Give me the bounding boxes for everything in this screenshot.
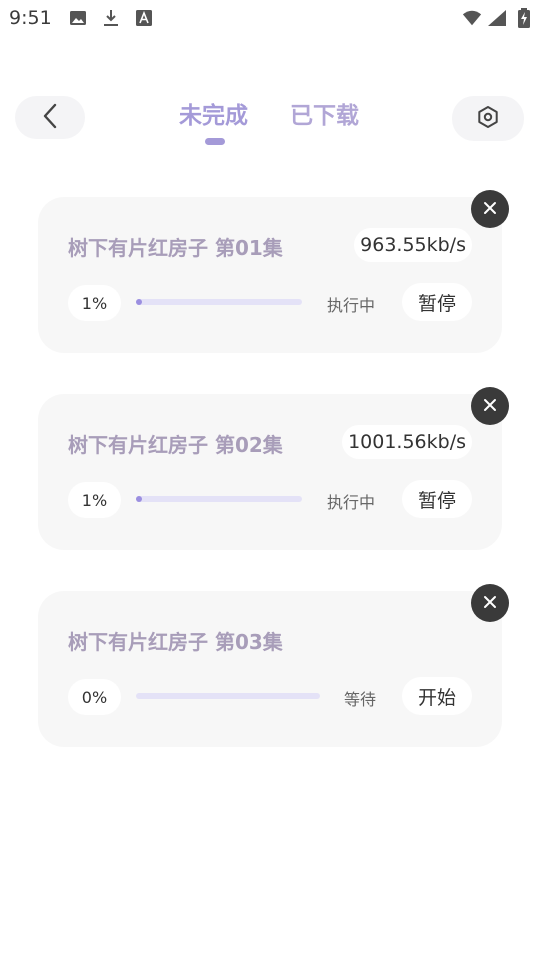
chevron-left-icon bbox=[42, 103, 58, 133]
settings-button[interactable] bbox=[452, 96, 524, 141]
remove-download-button[interactable] bbox=[471, 584, 509, 622]
download-state: 等待 bbox=[344, 690, 377, 709]
settings-hexagon-icon bbox=[476, 105, 500, 133]
font-a-icon bbox=[134, 8, 154, 28]
download-icon bbox=[101, 8, 121, 28]
progress-percent: 0% bbox=[68, 679, 121, 715]
close-icon bbox=[483, 594, 497, 613]
download-manager-screen: 9:51 未完成 已下载 树下有片红房子 第01集 963.55kb/s 1% … bbox=[0, 0, 540, 960]
download-item: 树下有片红房子 第03集 0% 等待 开始 bbox=[38, 584, 509, 747]
progress-percent: 1% bbox=[68, 482, 121, 518]
status-time: 9:51 bbox=[9, 7, 52, 29]
battery-charging-icon bbox=[514, 8, 534, 28]
progress-bar bbox=[136, 693, 320, 699]
episode-title: 树下有片红房子 第03集 bbox=[68, 630, 283, 654]
progress-fill bbox=[136, 299, 142, 305]
episode-title: 树下有片红房子 第02集 bbox=[68, 433, 283, 457]
image-icon bbox=[68, 8, 88, 28]
download-item: 树下有片红房子 第02集 1001.56kb/s 1% 执行中 暂停 bbox=[38, 387, 509, 550]
progress-bar bbox=[136, 496, 302, 502]
tab-indicator bbox=[205, 138, 225, 145]
close-icon bbox=[483, 397, 497, 416]
start-button[interactable]: 开始 bbox=[402, 677, 472, 715]
close-icon bbox=[483, 200, 497, 219]
download-item: 树下有片红房子 第01集 963.55kb/s 1% 执行中 暂停 bbox=[38, 190, 509, 353]
progress-bar bbox=[136, 299, 302, 305]
pause-button[interactable]: 暂停 bbox=[402, 480, 472, 518]
tab-downloaded[interactable]: 已下载 bbox=[290, 96, 359, 130]
progress-percent: 1% bbox=[68, 285, 121, 321]
remove-download-button[interactable] bbox=[471, 190, 509, 228]
status-bar: 9:51 bbox=[0, 0, 540, 36]
episode-title: 树下有片红房子 第01集 bbox=[68, 236, 283, 260]
remove-download-button[interactable] bbox=[471, 387, 509, 425]
pause-button[interactable]: 暂停 bbox=[402, 283, 472, 321]
download-speed: 963.55kb/s bbox=[354, 228, 472, 262]
download-speed: 1001.56kb/s bbox=[342, 425, 472, 459]
wifi-icon bbox=[462, 8, 482, 28]
download-state: 执行中 bbox=[327, 296, 376, 315]
back-button[interactable] bbox=[15, 96, 85, 139]
signal-icon bbox=[487, 8, 507, 28]
progress-fill bbox=[136, 496, 142, 502]
tab-incomplete[interactable]: 未完成 bbox=[179, 96, 248, 130]
download-state: 执行中 bbox=[327, 493, 376, 512]
